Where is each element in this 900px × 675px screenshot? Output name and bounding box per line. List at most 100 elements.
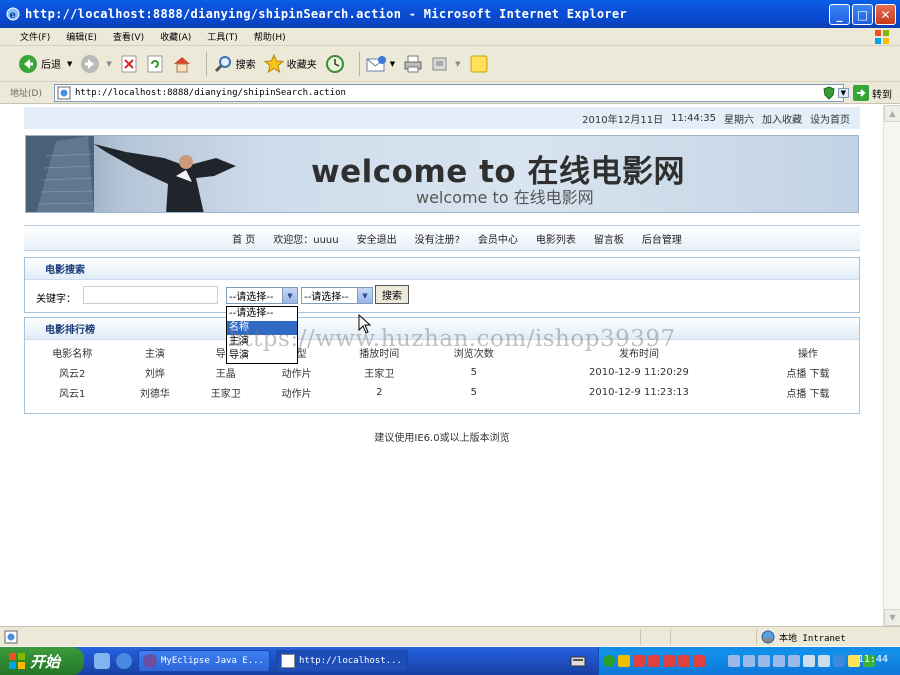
play-link[interactable]: 点播 bbox=[786, 369, 806, 380]
menu-file[interactable]: 文件(F) bbox=[20, 30, 50, 43]
mail-icon bbox=[366, 55, 386, 71]
tray-volume-icon[interactable] bbox=[803, 655, 815, 667]
tray-app-icon[interactable] bbox=[618, 655, 630, 667]
address-bar: 地址(D) http://localhost:8888/dianying/shi… bbox=[0, 82, 900, 104]
table-row: 风云1 刘德华 王家卫 动作片 2 5 2010-12-9 11:23:13 点… bbox=[25, 382, 859, 402]
site-banner: welcome to 在线电影网 welcome to 在线电影网 bbox=[25, 135, 859, 213]
home-icon bbox=[173, 56, 190, 72]
security-shield-icon[interactable] bbox=[822, 86, 836, 100]
minimize-button[interactable]: _ bbox=[829, 4, 850, 25]
nav-register[interactable]: 没有注册? bbox=[415, 231, 460, 246]
movie-director: 王家卫 bbox=[210, 388, 241, 400]
stop-button[interactable] bbox=[120, 55, 138, 73]
movie-published: 2010-12-9 11:23:13 bbox=[589, 386, 689, 398]
scroll-up-icon[interactable]: ▲ bbox=[884, 105, 900, 122]
back-dropdown-icon[interactable]: ▼ bbox=[67, 60, 72, 68]
go-button[interactable]: 转到 bbox=[872, 86, 892, 101]
tray-app-icon[interactable] bbox=[818, 655, 830, 667]
movie-playtime: 2 bbox=[376, 386, 383, 398]
current-date: 2010年12月11日 bbox=[582, 114, 664, 126]
menu-view[interactable]: 查看(V) bbox=[113, 30, 144, 43]
go-arrow-icon[interactable] bbox=[853, 85, 869, 101]
tray-network-icon[interactable] bbox=[743, 655, 755, 667]
nav-guestbook[interactable]: 留言板 bbox=[594, 231, 624, 246]
nav-welcome: 欢迎您：uuuu bbox=[273, 234, 339, 246]
print-button[interactable] bbox=[403, 54, 423, 74]
col-movie-name: 电影名称 bbox=[52, 348, 93, 360]
maximize-button[interactable]: □ bbox=[852, 4, 873, 25]
tray-qq-icon[interactable] bbox=[678, 655, 690, 667]
search-panel: 电影搜索 关键字： --请选择-- ▼ --请选择-- ▼ 搜索 bbox=[24, 257, 860, 313]
messenger-button[interactable] bbox=[469, 54, 489, 74]
search-field-select[interactable]: --请选择-- ▼ bbox=[226, 287, 298, 304]
taskbar-item-myeclipse[interactable]: MyEclipse Java E... bbox=[138, 650, 270, 672]
keyboard-icon[interactable] bbox=[570, 654, 586, 668]
menu-edit[interactable]: 编辑(E) bbox=[66, 30, 97, 43]
tray-qq-icon[interactable] bbox=[663, 655, 675, 667]
taskbar-clock: 11:44 bbox=[857, 654, 888, 665]
movie-views: 5 bbox=[470, 386, 477, 398]
menu-help[interactable]: 帮助(H) bbox=[254, 30, 286, 43]
tray-qq-icon[interactable] bbox=[633, 655, 645, 667]
movie-actions: 点播 下载 bbox=[757, 362, 859, 382]
tray-network-icon[interactable] bbox=[758, 655, 770, 667]
tray-shield-icon[interactable] bbox=[833, 655, 845, 667]
download-link[interactable]: 下载 bbox=[810, 369, 830, 380]
search-button-submit[interactable]: 搜索 bbox=[375, 285, 409, 304]
toolbar-separator bbox=[205, 51, 207, 76]
address-dropdown-icon[interactable]: ▼ bbox=[837, 88, 849, 98]
banner-subtitle: welcome to 在线电影网 bbox=[416, 188, 594, 207]
download-link[interactable]: 下载 bbox=[810, 389, 830, 400]
favorites-button[interactable]: 收藏夹 bbox=[263, 53, 317, 74]
edit-dropdown-icon[interactable]: ▼ bbox=[455, 60, 460, 68]
tray-network-icon[interactable] bbox=[728, 655, 740, 667]
tray-qq-icon[interactable] bbox=[693, 655, 705, 667]
movie-name: 风云2 bbox=[59, 368, 86, 380]
nav-admin[interactable]: 后台管理 bbox=[642, 231, 682, 246]
menu-favorites[interactable]: 收藏(A) bbox=[160, 30, 191, 43]
nav-home[interactable]: 首 页 bbox=[232, 231, 255, 246]
set-home-link[interactable]: 设为首页 bbox=[810, 111, 850, 126]
nav-member-center[interactable]: 会员中心 bbox=[478, 231, 518, 246]
scroll-down-icon[interactable]: ▼ bbox=[884, 609, 900, 626]
vertical-scrollbar[interactable]: ▲ ▼ bbox=[883, 105, 900, 626]
search-form: 关键字： --请选择-- ▼ --请选择-- ▼ 搜索 bbox=[25, 280, 859, 312]
tray-app-icon[interactable] bbox=[603, 655, 615, 667]
search-button[interactable]: 搜索 bbox=[213, 54, 256, 74]
home-button[interactable] bbox=[172, 54, 192, 74]
history-icon bbox=[325, 54, 344, 73]
status-segment bbox=[640, 629, 670, 645]
nav-movie-list[interactable]: 电影列表 bbox=[536, 231, 576, 246]
play-link[interactable]: 点播 bbox=[786, 389, 806, 400]
tray-qq-icon[interactable] bbox=[648, 655, 660, 667]
refresh-button[interactable] bbox=[146, 55, 164, 73]
movie-actions: 点播 下载 bbox=[757, 382, 859, 402]
tray-network-icon[interactable] bbox=[788, 655, 800, 667]
add-favorite-link[interactable]: 加入收藏 bbox=[762, 111, 802, 126]
address-input[interactable]: http://localhost:8888/dianying/shipinSea… bbox=[54, 84, 844, 102]
option-please-select[interactable]: --请选择-- bbox=[227, 307, 297, 321]
menu-tools[interactable]: 工具(T) bbox=[207, 30, 238, 43]
show-desktop-icon[interactable] bbox=[94, 653, 110, 669]
mail-button[interactable]: ▼ bbox=[366, 54, 395, 74]
keyword-input[interactable] bbox=[83, 286, 218, 304]
history-button[interactable] bbox=[325, 54, 345, 74]
back-button[interactable]: 后退 ▼ bbox=[18, 54, 72, 74]
forward-button[interactable]: ▼ bbox=[80, 54, 112, 74]
banner-illustration bbox=[26, 136, 236, 212]
search-type-select[interactable]: --请选择-- ▼ bbox=[301, 287, 373, 304]
taskbar-item-ie[interactable]: http://localhost... bbox=[276, 650, 408, 672]
edit-button[interactable]: ▼ bbox=[431, 55, 461, 73]
start-button[interactable]: 开始 bbox=[0, 647, 84, 675]
tray-network-icon[interactable] bbox=[773, 655, 785, 667]
ie-page-icon bbox=[281, 654, 295, 668]
status-segment bbox=[670, 629, 700, 645]
forward-dropdown-icon[interactable]: ▼ bbox=[106, 60, 111, 68]
nav-logout[interactable]: 安全退出 bbox=[357, 231, 397, 246]
close-button[interactable]: ✕ bbox=[875, 4, 896, 25]
windows-flag-icon bbox=[9, 653, 25, 669]
ie-quicklaunch-icon[interactable] bbox=[116, 653, 132, 669]
mail-dropdown-icon[interactable]: ▼ bbox=[390, 60, 395, 68]
stop-icon bbox=[121, 55, 137, 72]
internet-explorer-icon: e bbox=[6, 7, 20, 21]
